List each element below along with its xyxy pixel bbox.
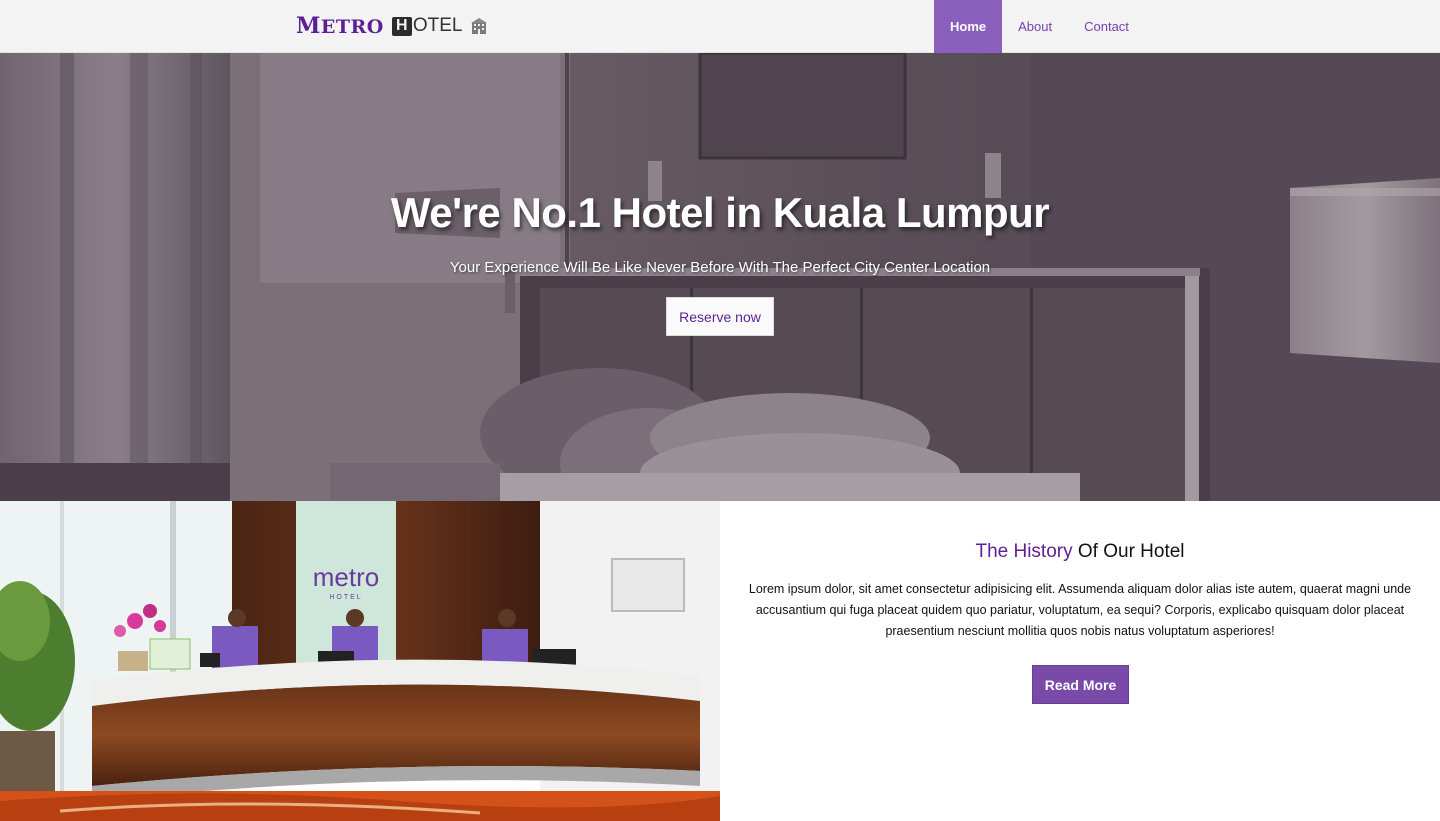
read-more-button[interactable]: Read More bbox=[1032, 665, 1129, 704]
nav-about[interactable]: About bbox=[1002, 0, 1068, 53]
reserve-now-button[interactable]: Reserve now bbox=[666, 297, 774, 336]
history-section: The History Of Our Hotel Lorem ipsum dol… bbox=[720, 501, 1440, 821]
lobby-sign-brand: metro bbox=[313, 562, 379, 592]
hero-section: We're No.1 Hotel in Kuala Lumpur Your Ex… bbox=[0, 53, 1440, 501]
hero-subtitle: Your Experience Will Be Like Never Befor… bbox=[449, 259, 991, 276]
hero-background-image bbox=[0, 53, 1440, 501]
brand-logo[interactable]: METRO H OTEL bbox=[296, 13, 488, 39]
history-body: Lorem ipsum dolor, sit amet consectetur … bbox=[748, 582, 1412, 638]
lobby-image: metro HOTEL bbox=[0, 501, 720, 821]
nav-contact[interactable]: Contact bbox=[1068, 0, 1145, 53]
lobby-photo: metro HOTEL bbox=[0, 501, 720, 821]
nav-home[interactable]: Home bbox=[934, 0, 1003, 53]
lobby-sign-sub: HOTEL bbox=[329, 594, 362, 601]
building-icon bbox=[471, 18, 488, 34]
main-nav: Home About Contact bbox=[934, 0, 1145, 53]
brand-hotel-h-box: H bbox=[391, 16, 412, 36]
brand-hotel: H OTEL bbox=[391, 15, 462, 37]
navbar: METRO H OTEL Home About Contact bbox=[0, 0, 1440, 53]
history-title: The History Of Our Hotel bbox=[720, 541, 1440, 563]
brand-metro: METRO bbox=[296, 13, 384, 39]
history-title-rest: Of Our Hotel bbox=[1072, 541, 1185, 562]
history-title-accent: The History bbox=[975, 541, 1073, 562]
hero-title: We're No.1 Hotel in Kuala Lumpur bbox=[390, 189, 1050, 236]
